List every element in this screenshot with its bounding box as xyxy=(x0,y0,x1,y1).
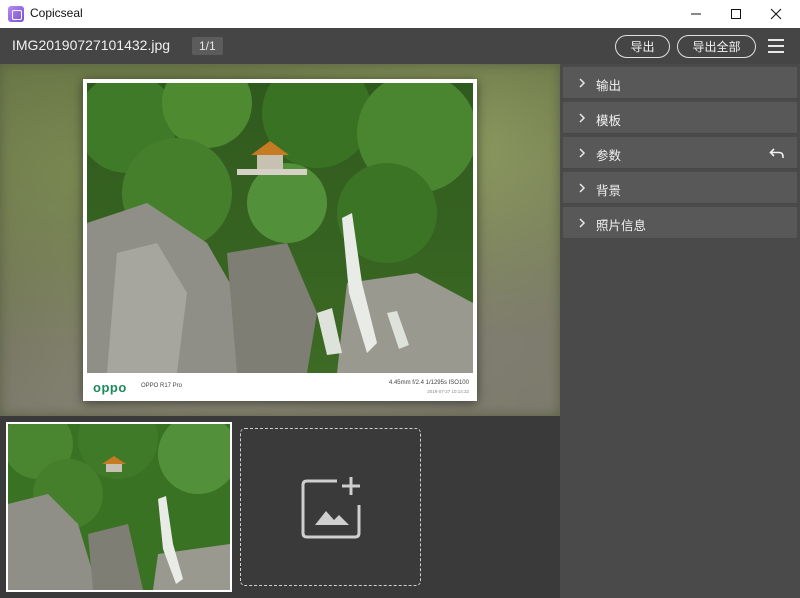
capture-date: 2019-07-27 10:14:32 xyxy=(427,389,469,394)
file-header: IMG20190727101432.jpg 1/1 导出 导出全部 xyxy=(0,28,800,64)
export-all-button[interactable]: 导出全部 xyxy=(677,35,756,58)
preview-area: oppo OPPO R17 Pro 4.45mm f/2.4 1/1295s I… xyxy=(0,64,560,416)
title-bar: Copicseal xyxy=(0,0,800,28)
section-template[interactable]: 模板 xyxy=(563,102,797,134)
settings-panel: 输出 模板 参数 背景 照片信息 xyxy=(560,64,800,598)
image-counter-badge: 1/1 xyxy=(192,37,223,55)
watermarked-photo-card: oppo OPPO R17 Pro 4.45mm f/2.4 1/1295s I… xyxy=(83,79,477,401)
close-button[interactable] xyxy=(756,0,796,28)
chevron-right-icon xyxy=(579,183,586,193)
photo-thumbnail[interactable] xyxy=(6,422,232,592)
chevron-right-icon xyxy=(579,113,586,123)
camera-model: OPPO R17 Pro xyxy=(141,383,183,389)
chevron-right-icon xyxy=(579,218,586,228)
preview-photo xyxy=(87,83,473,373)
add-photo-dropzone[interactable] xyxy=(240,428,421,586)
close-icon xyxy=(770,8,782,20)
app-title: Copicseal xyxy=(30,6,83,20)
minimize-icon xyxy=(691,13,701,15)
section-output[interactable]: 输出 xyxy=(563,67,797,99)
hamburger-menu-icon[interactable] xyxy=(766,37,786,55)
brand-logo: oppo xyxy=(93,380,127,395)
section-label: 参数 xyxy=(596,148,622,163)
section-label: 模板 xyxy=(596,113,622,128)
chevron-right-icon xyxy=(579,78,586,88)
chevron-right-icon xyxy=(579,148,586,158)
minimize-button[interactable] xyxy=(676,0,716,28)
export-button[interactable]: 导出 xyxy=(615,35,670,58)
undo-icon[interactable] xyxy=(769,146,785,160)
maximize-icon xyxy=(731,9,741,19)
watermark-footer: oppo OPPO R17 Pro 4.45mm f/2.4 1/1295s I… xyxy=(83,373,477,401)
section-background[interactable]: 背景 xyxy=(563,172,797,204)
section-label: 背景 xyxy=(596,183,622,198)
section-parameters[interactable]: 参数 xyxy=(563,137,797,169)
add-image-icon xyxy=(301,477,361,539)
section-photo-info[interactable]: 照片信息 xyxy=(563,207,797,239)
file-name: IMG20190727101432.jpg xyxy=(12,37,171,53)
exif-params: 4.45mm f/2.4 1/1295s ISO100 xyxy=(388,380,469,386)
thumbnail-strip xyxy=(0,416,560,598)
section-label: 照片信息 xyxy=(596,218,647,233)
app-icon xyxy=(8,6,24,22)
maximize-button[interactable] xyxy=(716,0,756,28)
section-label: 输出 xyxy=(596,78,622,93)
